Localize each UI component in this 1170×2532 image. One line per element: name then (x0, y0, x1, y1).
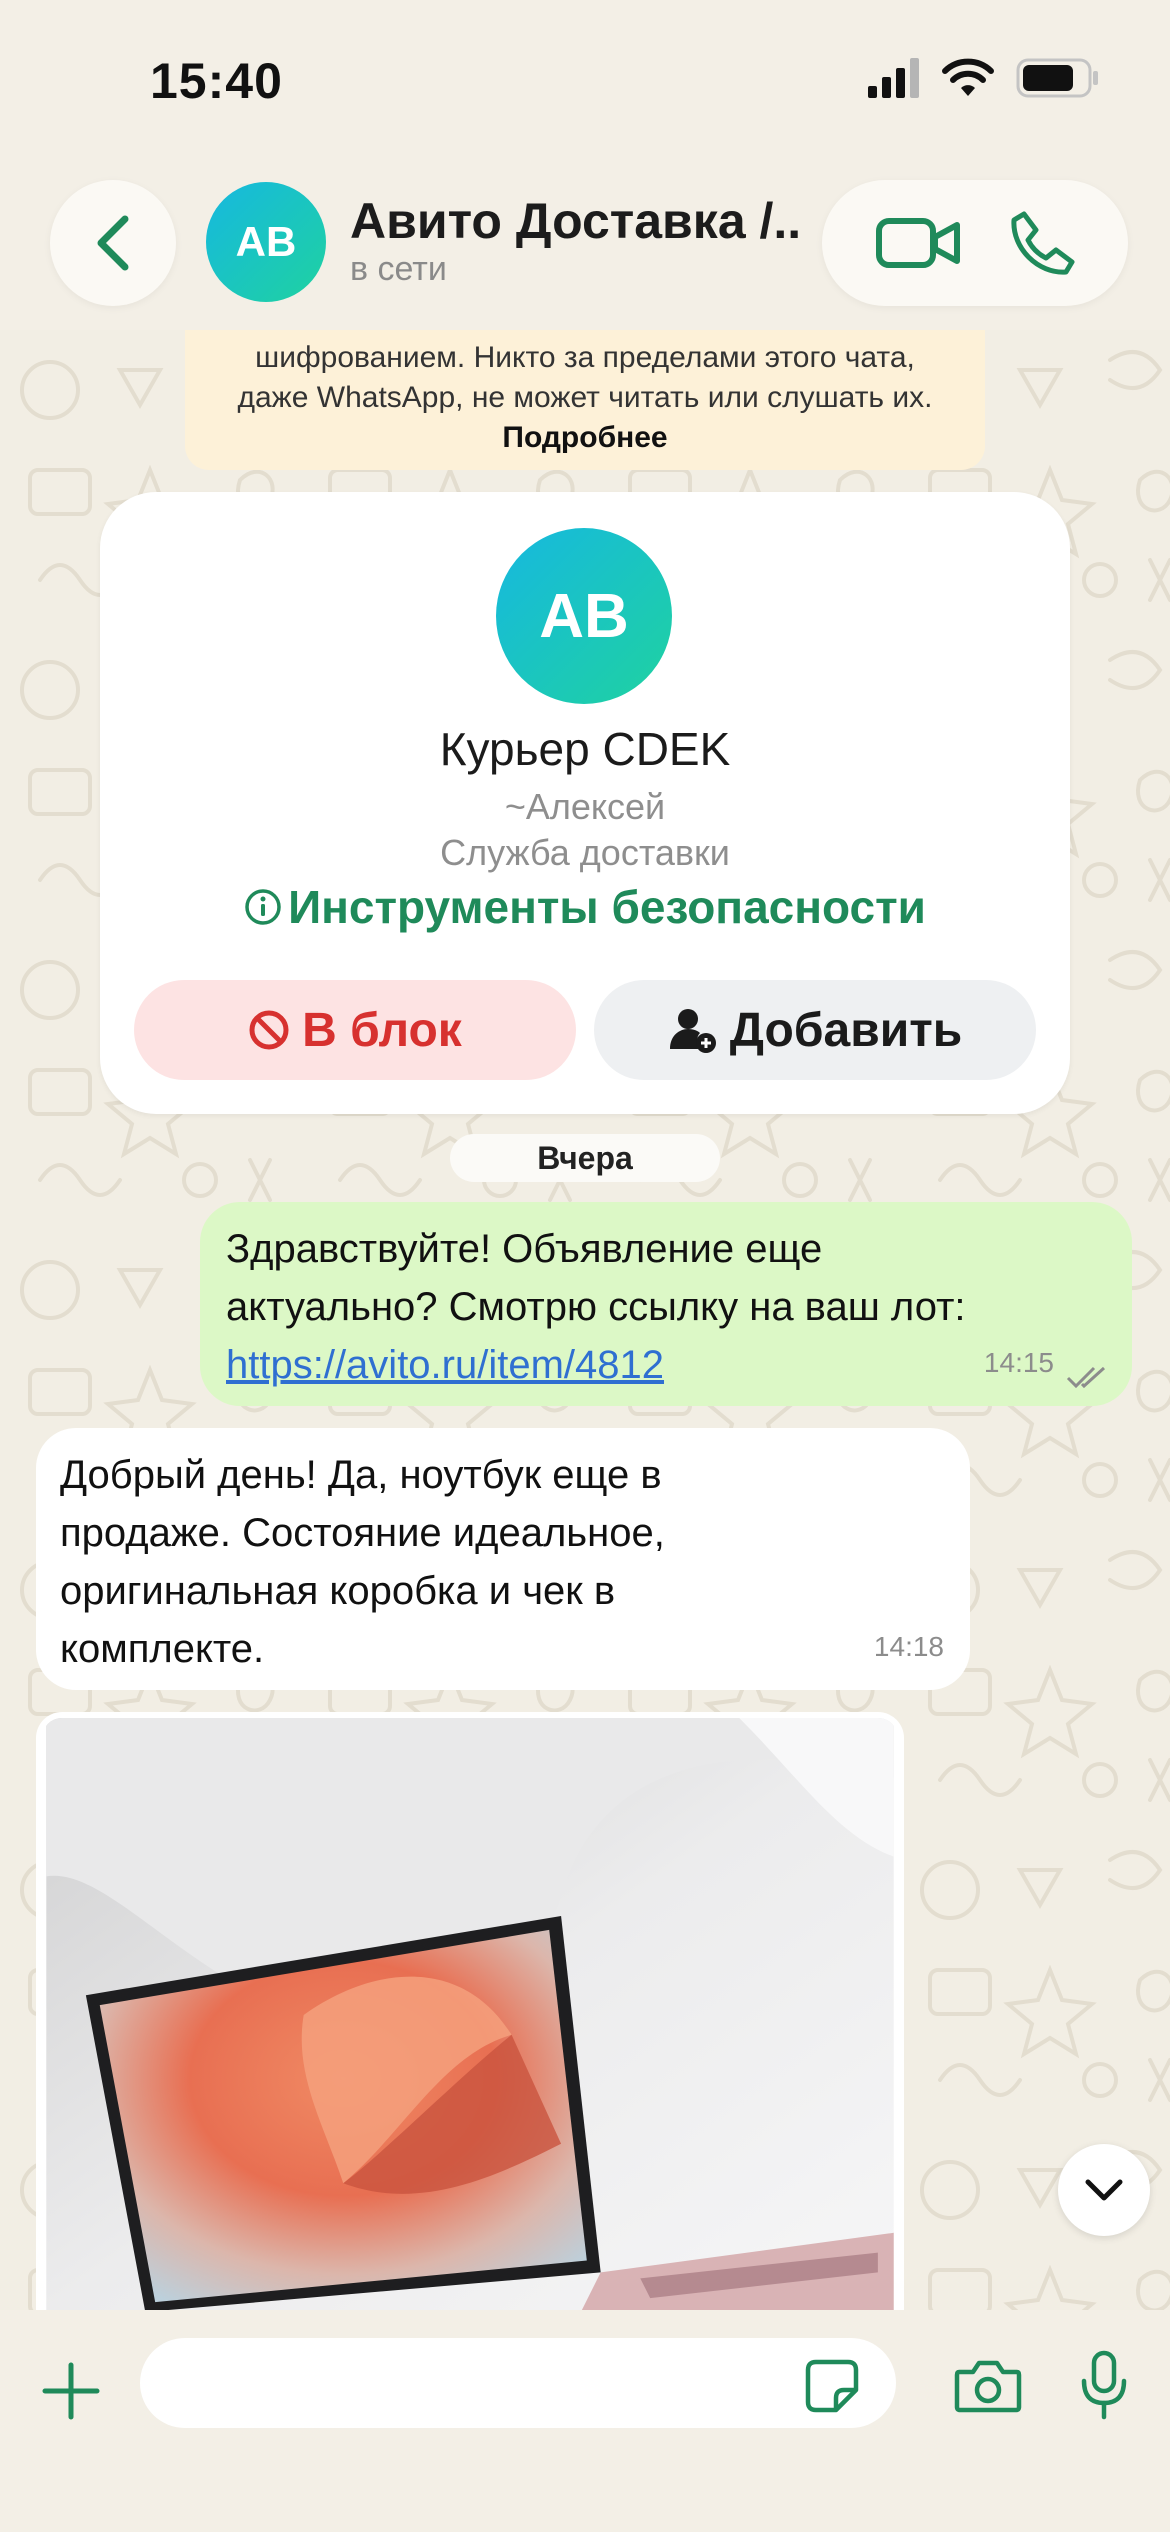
chevron-down-icon (1085, 2179, 1123, 2201)
encryption-notice-line2: даже WhatsApp, не может читать или слуша… (237, 381, 933, 414)
voice-message-button[interactable] (1072, 2346, 1136, 2424)
attach-button[interactable] (36, 2356, 106, 2426)
message-composer (0, 2310, 1170, 2532)
incoming-image-message[interactable] (36, 1712, 904, 2312)
laptop-photo[interactable] (42, 1718, 898, 2312)
back-button[interactable] (50, 180, 176, 306)
block-button-label: В блок (302, 1003, 462, 1057)
block-icon (249, 1010, 289, 1050)
safety-tools-label: Инструменты безопасности (288, 881, 926, 933)
contact-status: в сети (350, 250, 447, 288)
mic-icon (1081, 2350, 1127, 2420)
video-call-icon[interactable] (875, 215, 961, 271)
battery-icon (1016, 58, 1098, 98)
add-contact-label: Добавить (729, 1003, 963, 1057)
incoming-message[interactable]: Добрый день! Да, ноутбук еще в продаже. … (36, 1428, 970, 1690)
message-input[interactable] (140, 2338, 896, 2428)
call-actions (822, 180, 1128, 306)
learn-more-link[interactable]: Подробнее (185, 418, 985, 458)
message-time: 14:18 (873, 1631, 944, 1662)
add-contact-icon (669, 1009, 716, 1053)
sticker-button[interactable] (800, 2354, 864, 2418)
phone-icon[interactable] (1006, 208, 1076, 278)
wifi-icon (942, 58, 994, 96)
info-icon (245, 889, 281, 925)
message-text-line: Добрый день! Да, ноутбук еще в (60, 1453, 662, 1497)
status-bar: 15:40 (0, 0, 1170, 170)
outgoing-message[interactable]: Здравствуйте! Объявление еще актуально? … (200, 1202, 1132, 1406)
block-button[interactable]: В блок (134, 980, 576, 1080)
encryption-notice-line1: шифрованием. Никто за пределами этого ча… (255, 341, 915, 374)
read-ticks-icon (1066, 1366, 1106, 1389)
cellular-signal-icon (868, 58, 919, 98)
card-title: Курьер CDEK (439, 723, 731, 775)
message-text-line: оригинальная коробка и чек в (60, 1569, 616, 1613)
card-push-name: ~Алексей (504, 786, 666, 827)
card-description: Служба доставки (440, 832, 730, 873)
message-text-line: комплекте. (60, 1627, 265, 1671)
card-avatar: AB (496, 528, 672, 704)
message-time: 14:15 (983, 1347, 1054, 1378)
contact-name[interactable]: Авито Доставка /... (350, 192, 800, 250)
status-time: 15:40 (150, 53, 283, 109)
safety-tools-link[interactable]: Инструменты безопасности (100, 880, 1070, 934)
unknown-contact-card: AB Курьер CDEK ~Алексей Служба доставки … (100, 492, 1070, 1114)
encryption-notice[interactable]: шифрованием. Никто за пределами этого ча… (185, 330, 985, 470)
status-icons (868, 58, 1100, 98)
camera-icon (954, 2360, 1022, 2413)
message-text-line: продаже. Состояние идеальное, (60, 1511, 665, 1555)
sticker-icon (805, 2359, 859, 2413)
date-separator: Вчера (450, 1134, 720, 1182)
add-contact-button[interactable]: Добавить (594, 980, 1036, 1080)
message-text-line: актуально? Смотрю ссылку на ваш лот: (226, 1285, 966, 1329)
camera-button[interactable] (950, 2354, 1026, 2418)
contact-avatar[interactable]: AB (206, 182, 326, 302)
back-icon (97, 215, 129, 271)
scroll-to-bottom-button[interactable] (1058, 2144, 1150, 2236)
chat-header: AB Авито Доставка /... в сети (0, 170, 1170, 330)
message-text-line: Здравствуйте! Объявление еще (226, 1227, 823, 1271)
plus-icon (42, 2362, 100, 2420)
